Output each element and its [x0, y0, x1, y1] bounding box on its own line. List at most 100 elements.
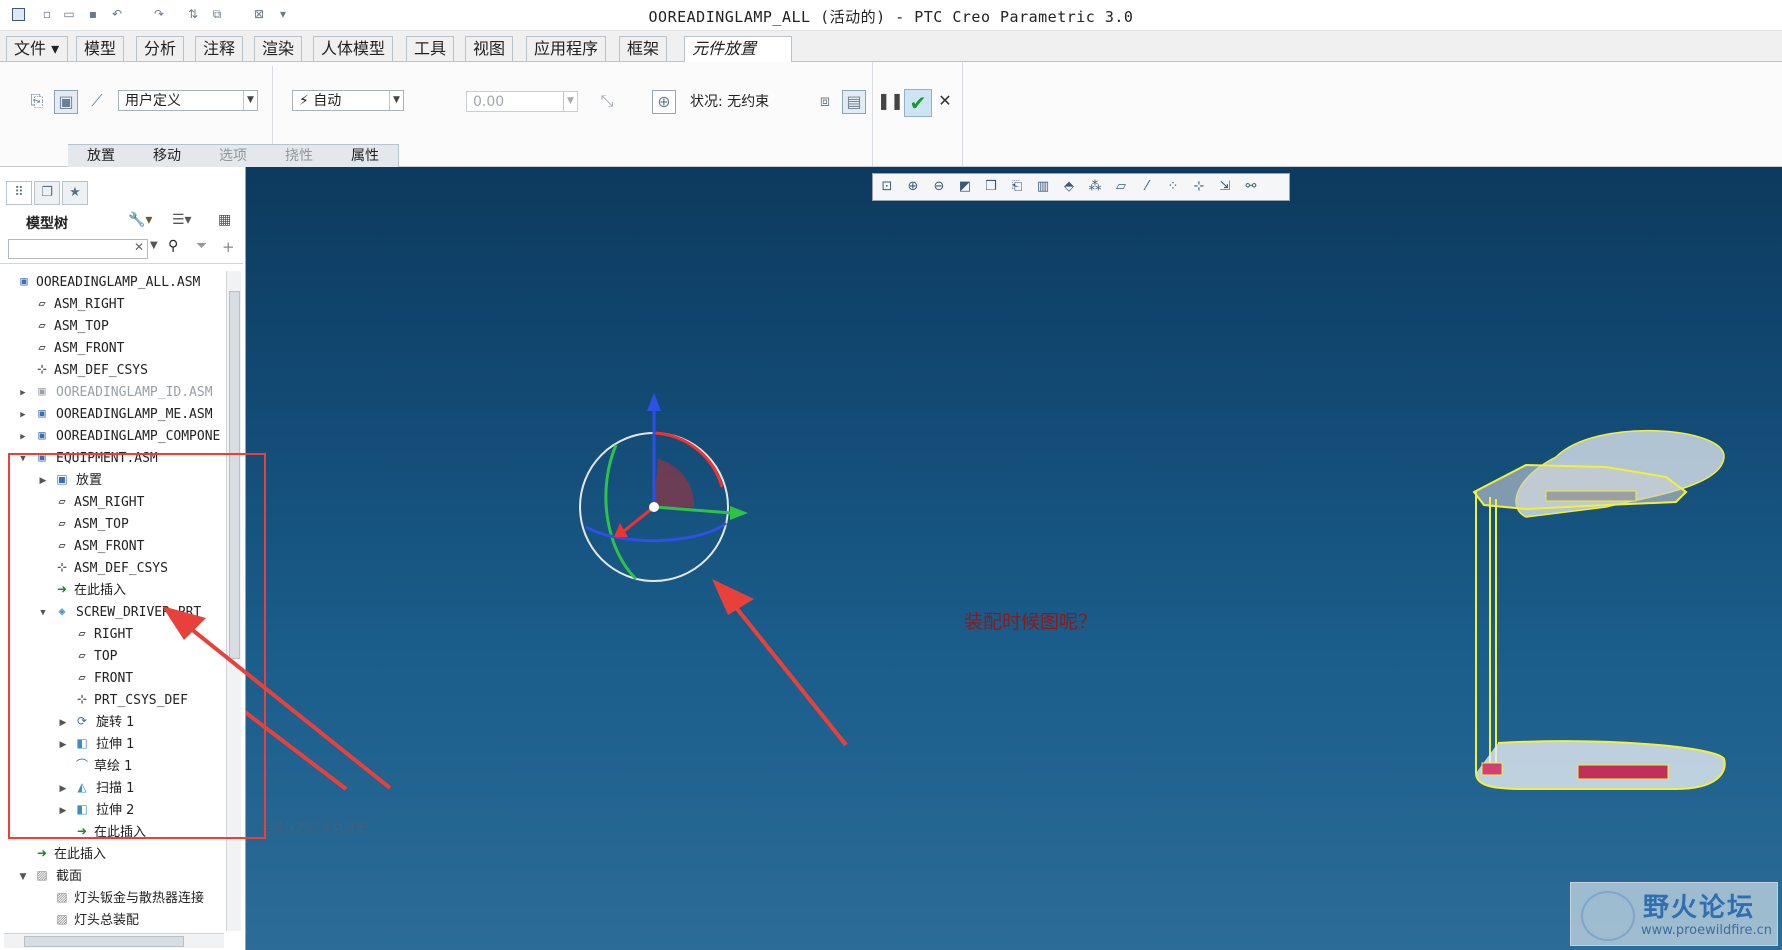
expand-triangle-icon[interactable]: ▶ [18, 405, 28, 425]
tab-view[interactable]: 视图 [465, 36, 514, 61]
annotation-arrow-gizmo-head [712, 579, 754, 615]
watermark-logo [1581, 891, 1635, 941]
point-display-icon[interactable]: ⁘ [1163, 177, 1183, 197]
tree-item-components-asm[interactable]: ▶ ▣ OOREADINGLAMP_COMPONE [18, 427, 224, 447]
assembly-icon: ▣ [38, 384, 46, 398]
graphics-viewport[interactable]: ⊡ ⊕ ⊖ ◩ ❒ ⎗ ▥ ⬘ ⁂ ▱ ⁄ ⁘ ⊹ ⇲ ⚯ 装配时候图呢？ 后装… [246, 167, 1782, 950]
watermark-title: 野火论坛 [1643, 893, 1756, 923]
constraint-type-dropdown[interactable]: ⚡ 自动 ▼ [292, 90, 404, 111]
tab-file[interactable]: 文件 ▾ [6, 36, 68, 61]
tab-analysis[interactable]: 分析 [136, 36, 185, 61]
add-icon[interactable]: + [222, 238, 235, 256]
tab-manikin[interactable]: 人体模型 [313, 36, 394, 61]
subtab-move[interactable]: 移动 [134, 144, 201, 167]
base-connector [1481, 762, 1503, 776]
model-tree-header: 模型树 [26, 216, 68, 232]
offset-input[interactable]: 0.00 ▼ [466, 91, 578, 112]
scrollbar-thumb[interactable] [24, 936, 184, 947]
section-folder-icon: ▨ [36, 868, 48, 882]
pcb-board [1577, 764, 1669, 780]
subtab-options[interactable]: 选项 [200, 144, 267, 167]
divider [0, 263, 243, 264]
model-tree-tab-icon[interactable]: ⠿ [6, 181, 32, 205]
annotation-layer [246, 579, 848, 791]
constraint-set-icon[interactable]: ▣ [54, 90, 78, 114]
datum-plane-icon: ▱ [38, 340, 46, 354]
annotation-question-text: 装配时候图呢？ [964, 611, 1098, 633]
divider [872, 62, 873, 166]
filter-icon[interactable]: ⏷ [196, 238, 207, 254]
flip-icon[interactable]: ⤡ [596, 90, 618, 112]
chevron-down-icon: ▼ [389, 91, 403, 110]
connections-icon[interactable]: ⚯ [1241, 177, 1261, 197]
lamp-pole [1475, 492, 1497, 773]
insert-arrow-icon: ➜ [36, 846, 48, 860]
interface-icon[interactable]: ⎘ [26, 90, 48, 112]
tree-item-id-asm[interactable]: ▶ ▣ OOREADINGLAMP_ID.ASM [18, 383, 212, 403]
clear-search-icon[interactable]: ✕ [134, 240, 144, 254]
assembly-icon: ▣ [38, 406, 46, 420]
assembly-window-icon[interactable]: ▤ [842, 90, 866, 114]
expand-triangle-icon[interactable]: ▶ [18, 427, 28, 447]
csys-icon: ⊹ [36, 362, 48, 376]
tab-applications[interactable]: 应用程序 [526, 36, 607, 61]
tree-item-sections[interactable]: ▼ ▨ 截面 [18, 867, 82, 887]
tree-item-me-asm[interactable]: ▶ ▣ OOREADINGLAMP_ME.ASM [18, 405, 224, 425]
assembly-icon: ▣ [38, 428, 46, 442]
section-icon: ▨ [56, 912, 68, 926]
tree-item-asm-top[interactable]: ▱ ASM_TOP [34, 317, 108, 337]
collapse-triangle-icon[interactable]: ▼ [18, 867, 28, 887]
search-options-chevron-icon[interactable]: ▼ [150, 240, 158, 251]
subtab-properties[interactable]: 属性 [332, 144, 399, 167]
cancel-close-icon[interactable]: ✕ [934, 90, 956, 112]
tree-item-asm-right[interactable]: ▱ ASM_RIGHT [34, 295, 124, 315]
csys-display-icon[interactable]: ⊹ [1189, 177, 1209, 197]
binoculars-find-icon[interactable]: ⚲ [168, 238, 178, 254]
tree-annotation-arrow [162, 606, 392, 790]
divider [962, 62, 963, 166]
favorites-tab-icon[interactable]: ★ [62, 181, 88, 205]
chevron-down-icon: ▼ [243, 91, 257, 110]
assembly-icon: ▣ [20, 274, 28, 288]
tab-tools[interactable]: 工具 [406, 36, 455, 61]
heat-sink [1545, 490, 1637, 502]
subtab-flexibility[interactable]: 挠性 [266, 144, 333, 167]
tab-annotate[interactable]: 注释 [195, 36, 244, 61]
pause-icon[interactable]: ❚❚ [877, 90, 904, 112]
chevron-down-icon: ▼ [563, 92, 577, 111]
tab-model[interactable]: 模型 [76, 36, 125, 61]
show-menu-icon[interactable]: ☰▾ [172, 212, 192, 228]
folder-browser-tab-icon[interactable]: ❐ [34, 181, 60, 205]
datum-plane-icon: ▱ [38, 318, 46, 332]
connection-icon[interactable]: ⟋ [86, 90, 108, 112]
annotation-arrow-gizmo-shaft [724, 593, 848, 747]
title-bar: ▫ ▭ ▪ ↶ ↷ ⇅ ⧉ ⊠ ▾ OOREADINGLAMP_ALL (活动的… [0, 0, 1782, 31]
tab-render[interactable]: 渲染 [254, 36, 303, 61]
tree-search-input[interactable]: ✕ [8, 239, 148, 259]
tree-item-asm-insert-here[interactable]: ➜ 在此插入 [34, 845, 106, 865]
separate-window-icon[interactable]: ⧈ [814, 90, 836, 112]
spin-center-icon[interactable]: ⇲ [1215, 177, 1235, 197]
tree-columns-icon[interactable]: ▦ [218, 212, 231, 228]
horizontal-scrollbar[interactable] [4, 933, 224, 948]
lamp-model[interactable] [1406, 387, 1736, 827]
expand-triangle-icon[interactable]: ▶ [18, 383, 28, 403]
ok-checkmark-icon[interactable]: ✔ [904, 89, 932, 117]
subtab-placement[interactable]: 放置 [68, 144, 135, 167]
annotation-arrow-tree-line [178, 618, 392, 790]
tree-item-section-1[interactable]: ▨ 灯头钣金与散热器连接 [54, 889, 228, 909]
divider [272, 66, 273, 146]
tab-framework[interactable]: 框架 [619, 36, 668, 61]
tree-item-asm-def-csys[interactable]: ⊹ ASM_DEF_CSYS [34, 361, 148, 381]
tree-item-section-2[interactable]: ▨ 灯头总装配 [54, 911, 139, 931]
tree-settings-icon[interactable]: 🔧▾ [128, 212, 152, 228]
section-icon: ▨ [56, 890, 68, 904]
datum-plane-icon: ▱ [38, 296, 46, 310]
faint-section-label: 后装状态灯头总装配 [260, 821, 369, 835]
window-title: OOREADINGLAMP_ALL (活动的) - PTC Creo Param… [648, 8, 1134, 26]
tree-item-asm-front[interactable]: ▱ ASM_FRONT [34, 339, 124, 359]
tab-component-placement[interactable]: 元件放置 [684, 36, 792, 63]
constraint-set-dropdown[interactable]: 用户定义 ▼ [118, 90, 258, 111]
tree-item-root-asm[interactable]: ▣ OOREADINGLAMP_ALL.ASM [16, 273, 200, 293]
move-3d-dragger-icon[interactable]: ⊕ [652, 90, 676, 114]
